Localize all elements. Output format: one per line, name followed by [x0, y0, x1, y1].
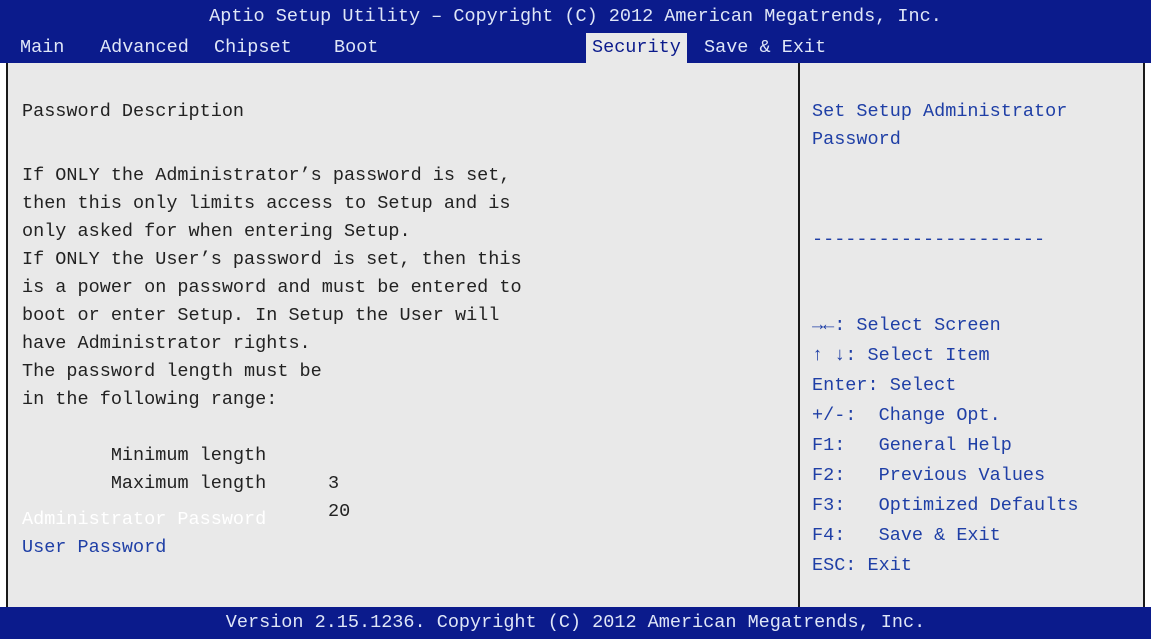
key-hint-select-item: ↑ ↓: Select Item: [812, 345, 990, 366]
panel-divider: [798, 63, 800, 607]
key-hint-f1: F1: General Help: [812, 435, 1012, 456]
key-hint-select-screen: →←: Select Screen: [812, 315, 1001, 336]
tab-chipset[interactable]: Chipset: [214, 33, 292, 63]
main-panel: Password Description If ONLY the Adminis…: [6, 63, 1145, 607]
password-description-heading: Password Description: [22, 101, 245, 122]
administrator-password-item[interactable]: Administrator Password: [22, 506, 266, 534]
help-text-line: Set Setup Administrator: [812, 101, 1068, 122]
tab-security[interactable]: Security: [586, 33, 687, 63]
tab-main[interactable]: Main: [20, 33, 64, 63]
key-hint-enter: Enter: Select: [812, 375, 957, 396]
bios-setup-screen: Aptio Setup Utility – Copyright (C) 2012…: [0, 0, 1151, 639]
minimum-length-value: 3: [328, 473, 340, 494]
maximum-length-value: 20: [328, 501, 351, 522]
description-line: is a power on password and must be enter…: [22, 277, 522, 298]
help-separator: ---------------------: [812, 229, 1046, 250]
maximum-length-row: Maximum length 20: [22, 442, 350, 522]
description-line: If ONLY the User’s password is set, then…: [22, 249, 522, 270]
description-line: If ONLY the Administrator’s password is …: [22, 165, 511, 186]
tab-save-exit[interactable]: Save & Exit: [704, 33, 826, 63]
description-line: have Administrator rights.: [22, 333, 311, 354]
minimum-length-row: Minimum length 3: [22, 414, 339, 494]
title-bar: Aptio Setup Utility – Copyright (C) 2012…: [0, 0, 1151, 33]
key-hint-change-opt: +/-: Change Opt.: [812, 405, 1001, 426]
description-line: The password length must be: [22, 361, 322, 382]
key-hint-f4: F4: Save & Exit: [812, 525, 1001, 546]
description-line: only asked for when entering Setup.: [22, 221, 411, 242]
description-line: boot or enter Setup. In Setup the User w…: [22, 305, 500, 326]
tab-boot[interactable]: Boot: [334, 33, 378, 63]
key-hint-f3: F3: Optimized Defaults: [812, 495, 1079, 516]
description-line: in the following range:: [22, 389, 278, 410]
help-text-line: Password: [812, 129, 901, 150]
maximum-length-label: Maximum length: [110, 473, 267, 494]
version-footer: Version 2.15.1236. Copyright (C) 2012 Am…: [0, 607, 1151, 639]
tab-advanced[interactable]: Advanced: [100, 33, 189, 63]
tab-bar: Main Advanced Chipset Boot Security Save…: [0, 33, 1151, 63]
description-line: then this only limits access to Setup an…: [22, 193, 511, 214]
user-password-item[interactable]: User Password: [22, 534, 166, 562]
key-hint-esc: ESC: Exit: [812, 555, 912, 576]
key-hint-f2: F2: Previous Values: [812, 465, 1046, 486]
